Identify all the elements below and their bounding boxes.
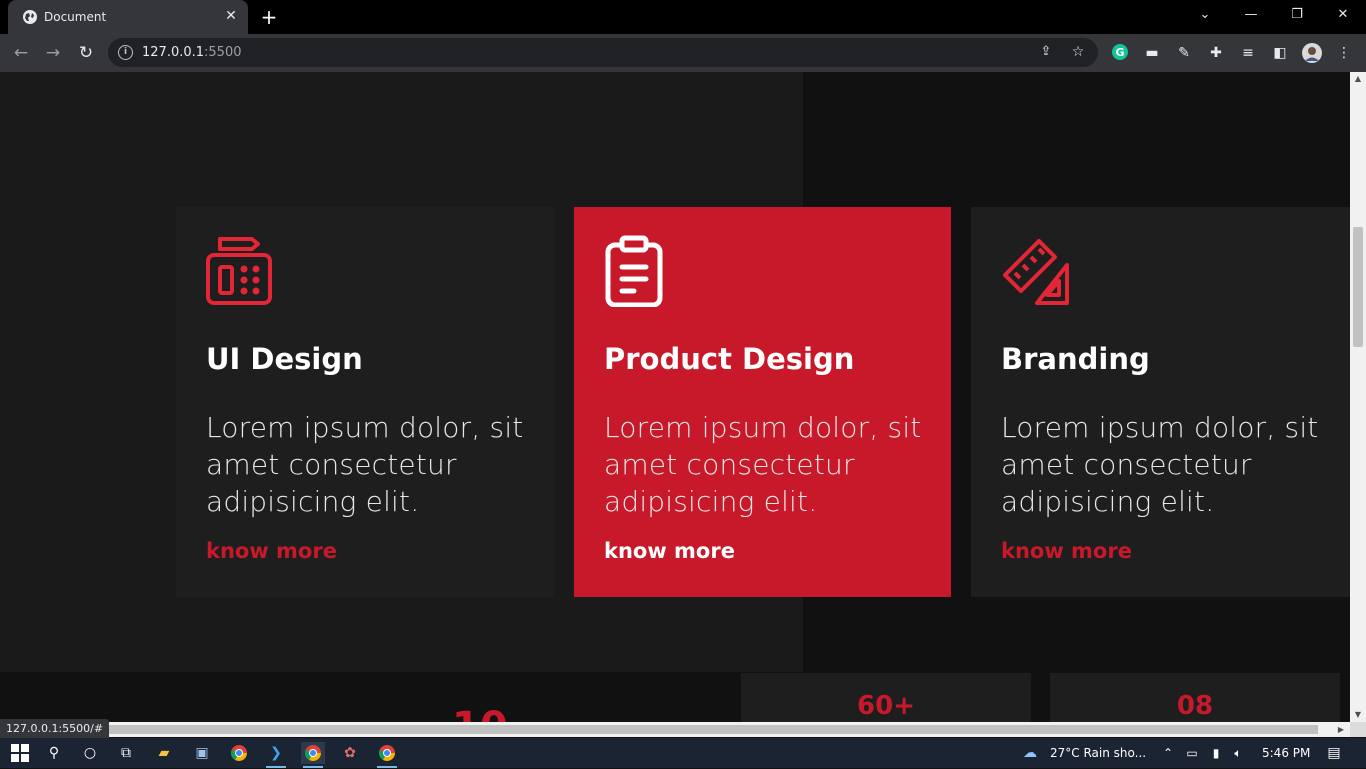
- tab-close-button[interactable]: ✕: [222, 7, 240, 25]
- profile-avatar[interactable]: [1302, 43, 1322, 63]
- restore-button[interactable]: ❐: [1274, 0, 1320, 30]
- stat-box: 60+: [741, 673, 1031, 722]
- app-icon[interactable]: ✿: [338, 742, 362, 764]
- url-host: 127.0.0.1: [142, 45, 205, 60]
- file-explorer-icon[interactable]: ▰: [152, 742, 176, 764]
- status-bar-url: 127.0.0.1:5500/#: [0, 719, 110, 738]
- browser-tab[interactable]: Document ✕: [8, 0, 248, 34]
- address-url[interactable]: 127.0.0.1:5500: [142, 45, 242, 60]
- stat-box: 08: [1050, 673, 1340, 722]
- card-description: Lorem ipsum dolor, sit amet consectetur …: [604, 411, 922, 518]
- control-panel-icon[interactable]: ▣: [190, 742, 214, 764]
- close-window-button[interactable]: ✕: [1320, 0, 1366, 30]
- stat-value: 60+: [857, 691, 915, 721]
- card-title: Product Design: [604, 342, 855, 376]
- side-panel-icon[interactable]: ◧: [1270, 43, 1290, 63]
- scroll-right-arrow-icon[interactable]: ▶: [1338, 722, 1344, 737]
- vscode-icon[interactable]: ❯: [264, 742, 288, 768]
- chrome-profile-icon[interactable]: [375, 742, 399, 768]
- horizontal-scroll-thumb[interactable]: [98, 725, 1318, 734]
- reload-icon[interactable]: ↻: [75, 42, 97, 64]
- horizontal-scrollbar[interactable]: ▶: [0, 722, 1350, 737]
- cortana-icon[interactable]: ○: [78, 742, 102, 764]
- tray-chevron-icon[interactable]: ⌃: [1156, 742, 1180, 764]
- volume-icon[interactable]: 🔈︎: [1226, 742, 1250, 764]
- tab-search-button[interactable]: ⌄: [1182, 0, 1228, 30]
- vertical-scrollbar[interactable]: ▲ ▼: [1350, 72, 1366, 722]
- scroll-up-arrow-icon[interactable]: ▲: [1350, 72, 1366, 86]
- battery-icon[interactable]: ▮: [1204, 742, 1228, 764]
- new-tab-button[interactable]: +: [258, 6, 280, 28]
- service-card-branding[interactable]: Branding Lorem ipsum dolor, sit amet con…: [971, 207, 1350, 597]
- know-more-link[interactable]: know more: [604, 539, 735, 563]
- weather-text[interactable]: 27°C Rain sho...: [1050, 746, 1146, 760]
- address-bar[interactable]: i 127.0.0.1:5500 ⇪ ☆: [108, 38, 1098, 67]
- task-view-icon[interactable]: ⧉: [114, 742, 138, 764]
- grammarly-extension-icon[interactable]: G: [1110, 43, 1130, 63]
- forward-arrow-icon[interactable]: →: [42, 42, 64, 64]
- pen-extension-icon[interactable]: ✎: [1174, 43, 1194, 63]
- chrome-icon[interactable]: [227, 742, 251, 764]
- chrome-active-icon[interactable]: [301, 742, 325, 768]
- site-info-icon[interactable]: i: [118, 45, 133, 60]
- minimize-button[interactable]: —: [1228, 0, 1274, 30]
- svg-text:G: G: [1115, 46, 1124, 59]
- tab-title: Document: [44, 10, 107, 24]
- know-more-link[interactable]: know more: [206, 539, 337, 563]
- browser-menu-icon[interactable]: ⋮: [1334, 43, 1354, 63]
- card-description: Lorem ipsum dolor, sit amet consectetur …: [206, 411, 524, 518]
- windows-taskbar: ⚲ ○ ⧉ ▰ ▣ ❯ ✿ ☁ 27°C Rain sho... ⌃ ▭ ▮ 🔈…: [0, 738, 1366, 768]
- search-icon[interactable]: ⚲: [42, 742, 66, 764]
- back-arrow-icon[interactable]: ←: [10, 42, 32, 64]
- card-title: UI Design: [206, 342, 363, 376]
- browser-tab-bar: Document ✕ + ⌄ — ❐ ✕: [0, 0, 1366, 34]
- service-card-ui-design[interactable]: UI Design Lorem ipsum dolor, sit amet co…: [176, 207, 554, 597]
- windows-start-icon[interactable]: [8, 742, 32, 764]
- know-more-link[interactable]: know more: [1001, 539, 1132, 563]
- stat-value: 08: [1176, 691, 1214, 721]
- url-port: :5500: [204, 45, 242, 60]
- stat-number-partial: 10: [452, 704, 508, 722]
- page-viewport: UI Design Lorem ipsum dolor, sit amet co…: [0, 72, 1350, 722]
- design-tool-icon: [206, 237, 272, 305]
- weather-cloud-icon[interactable]: ☁: [1018, 742, 1042, 764]
- scroll-down-arrow-icon[interactable]: ▼: [1350, 708, 1366, 722]
- vertical-scroll-thumb[interactable]: [1353, 227, 1363, 347]
- network-icon[interactable]: ▭: [1180, 742, 1204, 764]
- bookmark-star-icon[interactable]: ☆: [1068, 42, 1088, 62]
- scrollbar-corner: [1350, 722, 1366, 737]
- puzzle-extensions-icon[interactable]: ✚: [1206, 43, 1226, 63]
- media-control-icon[interactable]: ≡: [1238, 43, 1258, 63]
- share-icon[interactable]: ⇪: [1036, 42, 1056, 62]
- globe-icon: [23, 10, 37, 24]
- card-description: Lorem ipsum dolor, sit amet consectetur …: [1001, 411, 1319, 518]
- notifications-icon[interactable]: ▤: [1322, 742, 1346, 764]
- clipboard-icon: [605, 235, 663, 307]
- service-card-product-design[interactable]: Product Design Lorem ipsum dolor, sit am…: [574, 207, 951, 597]
- ruler-icon: [1003, 239, 1069, 305]
- clock-time[interactable]: 5:46 PM: [1262, 746, 1310, 760]
- extension-icon[interactable]: ▬: [1142, 43, 1162, 63]
- card-title: Branding: [1001, 342, 1150, 376]
- browser-toolbar: ← → ↻ i 127.0.0.1:5500 ⇪ ☆ G ▬ ✎ ✚ ≡ ◧ ⋮: [0, 34, 1366, 72]
